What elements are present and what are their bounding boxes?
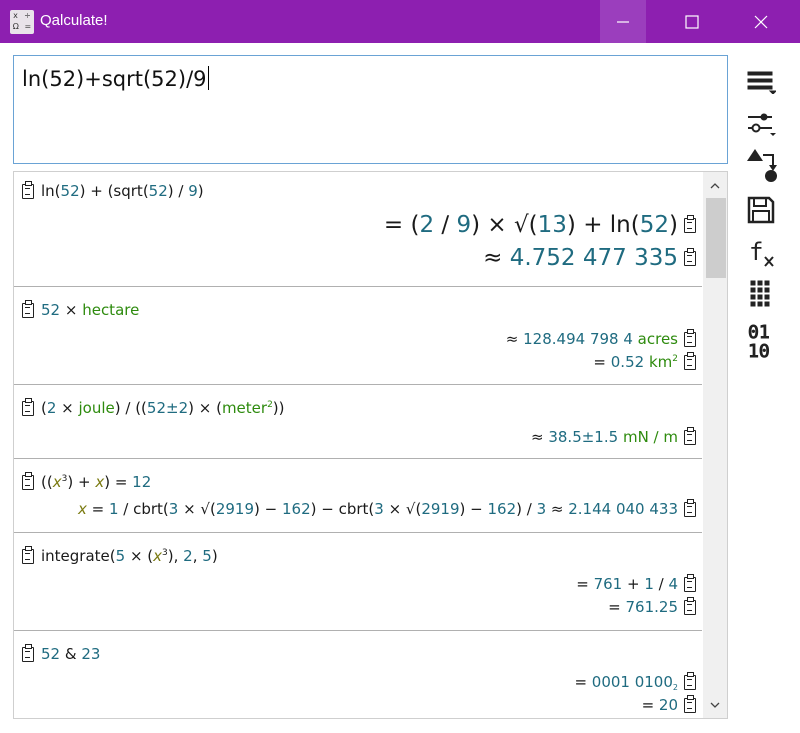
menu-button[interactable] — [742, 64, 780, 98]
history-question: integrate(5 × (x3), 2, 5) — [22, 545, 218, 565]
answer-text: ≈ 38.5±1.5 mN ∕ m — [531, 428, 678, 446]
binary-top: 01 — [748, 322, 770, 343]
clipboard-icon[interactable] — [684, 498, 696, 517]
settings-button[interactable] — [742, 106, 780, 140]
history-answer: ≈ 4.752 477 335 — [483, 245, 696, 271]
history-entry: 52 × hectare ≈ 128.494 798 4 acres = 0.5… — [14, 287, 702, 385]
scroll-up-icon[interactable] — [709, 180, 721, 192]
clipboard-icon[interactable] — [684, 672, 696, 690]
clipboard-icon[interactable] — [22, 397, 34, 416]
expression-text: ln(52)+sqrt(52)/9 — [22, 67, 207, 91]
title-bar: x ÷ Ω = Qalculate! — [0, 0, 800, 43]
history-view[interactable]: ln(52) + (sqrt(52) ∕ 9) = (2 ∕ 9) × √(13… — [13, 171, 728, 719]
keypad-button[interactable] — [742, 278, 780, 312]
answer-text: = 0.52 km2 — [593, 353, 678, 371]
answer-text: = (2 ∕ 9) × √(13) + ln(52) — [383, 212, 678, 238]
window-title: Qalculate! — [40, 12, 108, 29]
close-button[interactable] — [738, 0, 784, 43]
scrollbar-thumb[interactable] — [706, 198, 726, 278]
question-text: 52 & 23 — [41, 645, 101, 663]
question-text: ln(52) + (sqrt(52) ∕ 9) — [41, 182, 204, 200]
history-answer: = 20 — [641, 694, 696, 714]
clipboard-icon[interactable] — [22, 643, 34, 662]
clipboard-icon[interactable] — [684, 694, 696, 713]
question-text: (2 × joule) ∕ ((52±2) × (meter2)) — [41, 399, 285, 417]
clipboard-icon[interactable] — [684, 426, 696, 445]
functions-glyph: f — [749, 238, 763, 266]
keypad-icon — [750, 280, 770, 307]
maximize-button[interactable] — [669, 0, 715, 43]
settings-icon — [748, 113, 776, 136]
binary-bottom: 10 — [748, 341, 770, 362]
clipboard-icon[interactable] — [22, 180, 34, 199]
functions-button[interactable]: f — [742, 236, 780, 270]
question-text: 52 × hectare — [41, 301, 140, 319]
history-answer: = 0.52 km2 — [593, 351, 696, 371]
answer-text: = 20 — [641, 696, 678, 714]
close-icon — [754, 15, 768, 28]
clipboard-icon[interactable] — [22, 471, 34, 490]
history-entry: 52 & 23 = 0001 01002 = 20 — [14, 631, 702, 718]
history-entry: integrate(5 × (x3), 2, 5) = 761 + 1 ∕ 4 … — [14, 533, 702, 631]
clipboard-icon[interactable] — [684, 596, 696, 615]
answer-text: ≈ 128.494 798 4 acres — [505, 330, 678, 348]
expression-input[interactable]: ln(52)+sqrt(52)/9 — [13, 55, 728, 164]
clipboard-icon[interactable] — [684, 573, 696, 592]
answer-text: = 0001 01002 — [574, 673, 678, 692]
clipboard-icon[interactable] — [684, 214, 696, 233]
binary-icon: 01 10 — [748, 322, 771, 362]
history-question: ln(52) + (sqrt(52) ∕ 9) — [22, 180, 204, 200]
scroll-down-icon[interactable] — [709, 699, 721, 711]
answer-text: = 761 + 1 ∕ 4 — [576, 575, 678, 593]
clipboard-icon[interactable] — [22, 299, 34, 318]
menu-icon — [747, 71, 776, 94]
app-icon: x ÷ Ω = — [10, 10, 34, 34]
convert-button[interactable] — [742, 148, 780, 182]
save-icon — [747, 196, 775, 224]
question-text: ((x3) + x) = 12 — [41, 473, 152, 491]
number-base-button[interactable]: 01 10 — [742, 322, 780, 362]
functions-icon: f — [749, 238, 774, 267]
history-answer: = (2 ∕ 9) × √(13) + ln(52) — [384, 212, 696, 238]
history-answer: = 0001 01002 — [574, 672, 696, 692]
history-answer: ≈ 128.494 798 4 acres — [505, 328, 696, 348]
history-question: ((x3) + x) = 12 — [22, 471, 152, 491]
history-answer: x = 1 ∕ cbrt(3 × √(2919) − 162) − cbrt(3… — [77, 498, 696, 518]
history-entry: ((x3) + x) = 12 x = 1 ∕ cbrt(3 × √(2919)… — [14, 459, 702, 533]
minimize-button[interactable] — [600, 0, 646, 43]
history-answer: ≈ 38.5±1.5 mN ∕ m — [531, 426, 696, 446]
clipboard-icon[interactable] — [684, 328, 696, 347]
history-scrollbar[interactable] — [703, 172, 727, 718]
history-entry: (2 × joule) ∕ ((52±2) × (meter2)) ≈ 38.5… — [14, 385, 702, 459]
history-question: (2 × joule) ∕ ((52±2) × (meter2)) — [22, 397, 285, 417]
history-question: 52 & 23 — [22, 643, 101, 663]
history-answer: = 761.25 — [608, 596, 696, 616]
clipboard-icon[interactable] — [22, 545, 34, 564]
answer-text: ≈ 4.752 477 335 — [483, 245, 678, 271]
history-question: 52 × hectare — [22, 299, 140, 319]
convert-icon — [747, 149, 777, 182]
clipboard-icon[interactable] — [684, 351, 696, 370]
maximize-icon — [685, 14, 699, 29]
minimize-icon — [617, 20, 629, 23]
clipboard-icon[interactable] — [684, 247, 696, 266]
history-answer: = 761 + 1 ∕ 4 — [576, 573, 696, 593]
text-caret — [207, 66, 209, 90]
question-text: integrate(5 × (x3), 2, 5) — [41, 547, 218, 565]
answer-text: = 761.25 — [608, 598, 678, 616]
answer-text: x = 1 ∕ cbrt(3 × √(2919) − 162) − cbrt(3… — [77, 500, 678, 518]
save-button[interactable] — [742, 193, 780, 227]
history-entry: ln(52) + (sqrt(52) ∕ 9) = (2 ∕ 9) × √(13… — [14, 172, 702, 287]
